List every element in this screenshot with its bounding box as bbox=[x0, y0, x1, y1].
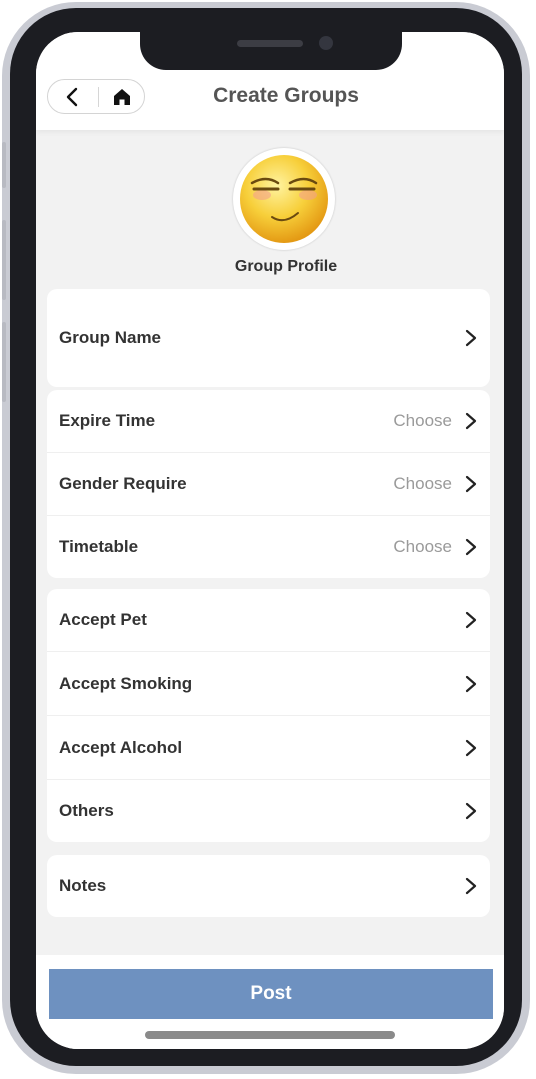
side-button bbox=[2, 220, 6, 300]
chevron-right-icon bbox=[465, 538, 477, 556]
accept-alcohol-row[interactable]: Accept Alcohol bbox=[47, 716, 490, 779]
chevron-right-icon bbox=[465, 329, 477, 347]
notes-card: Notes bbox=[47, 855, 490, 917]
preferences-card: Accept Pet Accept Smoking Accept Alcohol… bbox=[47, 589, 490, 842]
side-button bbox=[2, 322, 6, 402]
bottom-bar: Post bbox=[36, 955, 504, 1049]
settings-card: Expire Time Choose Gender Require Choose… bbox=[47, 390, 490, 578]
row-label: Expire Time bbox=[59, 411, 156, 430]
chevron-right-icon bbox=[465, 739, 477, 756]
chevron-right-icon bbox=[465, 802, 477, 820]
row-value: Choose bbox=[393, 411, 452, 430]
row-label: Others bbox=[59, 801, 114, 820]
chevron-right-icon bbox=[465, 877, 477, 895]
others-row[interactable]: Others bbox=[47, 780, 490, 842]
row-label: Timetable bbox=[59, 537, 139, 556]
accept-pet-row[interactable]: Accept Pet bbox=[47, 589, 490, 651]
notes-row[interactable]: Notes bbox=[47, 855, 490, 917]
gender-require-row[interactable]: Gender Require Choose bbox=[47, 453, 490, 515]
chevron-right-icon bbox=[465, 475, 477, 493]
row-label: Notes bbox=[59, 876, 107, 895]
row-label: Group Name bbox=[59, 328, 162, 347]
timetable-row[interactable]: Timetable Choose bbox=[47, 516, 490, 578]
side-button bbox=[2, 142, 6, 188]
chevron-right-icon bbox=[465, 675, 477, 692]
post-button[interactable]: Post bbox=[49, 969, 493, 1019]
home-indicator bbox=[145, 1031, 395, 1039]
group-profile-label: Group Profile bbox=[234, 258, 338, 275]
row-label: Accept Pet bbox=[59, 610, 147, 629]
chevron-right-icon bbox=[465, 611, 477, 629]
expire-time-row[interactable]: Expire Time Choose bbox=[47, 390, 490, 452]
smirking-emoji-avatar bbox=[240, 155, 328, 243]
group-avatar[interactable] bbox=[233, 148, 335, 250]
group-name-card: Group Name bbox=[47, 289, 490, 387]
speaker-grille bbox=[237, 40, 303, 47]
accept-smoking-row[interactable]: Accept Smoking bbox=[47, 652, 490, 715]
row-value: Choose bbox=[393, 474, 452, 493]
notch bbox=[140, 24, 402, 70]
row-label: Accept Smoking bbox=[59, 673, 193, 693]
row-value: Choose bbox=[393, 537, 452, 556]
page-title: Create Groups bbox=[213, 84, 359, 107]
row-label: Accept Alcohol bbox=[59, 737, 183, 757]
chevron-right-icon bbox=[465, 412, 477, 430]
front-camera bbox=[319, 36, 333, 50]
row-label: Gender Require bbox=[59, 474, 187, 493]
group-name-row[interactable]: Group Name bbox=[47, 289, 490, 387]
app-screen: Create Groups Group Profile Group Name E… bbox=[36, 32, 504, 1049]
